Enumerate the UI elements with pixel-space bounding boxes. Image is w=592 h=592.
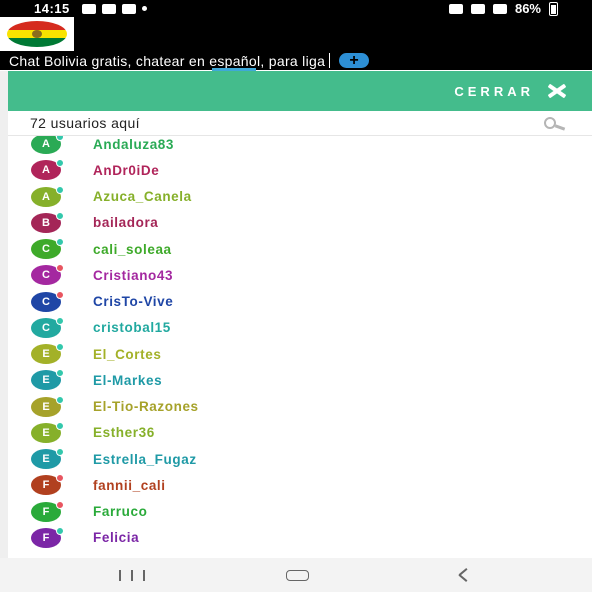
mute-icon — [448, 3, 463, 14]
room-title-ticker[interactable]: Chat Bolivia gratis, chatear en español,… — [0, 51, 592, 70]
user-name: El-Tio-Razones — [93, 399, 199, 414]
status-dot-icon — [56, 343, 64, 351]
user-name: Farruco — [93, 504, 148, 519]
close-button[interactable]: CERRAR — [454, 83, 568, 99]
user-row[interactable]: Ffannii_cali — [8, 472, 592, 498]
status-dot-icon — [56, 264, 64, 273]
status-dot-icon — [56, 238, 64, 246]
battery-icon — [549, 1, 558, 16]
user-list[interactable]: A Andaluza83 A AnDr0iDe A Azuca_Canela Bbailad… — [8, 136, 592, 558]
status-time: 14:15 — [34, 1, 70, 16]
user-name: CrisTo-Vive — [93, 294, 174, 309]
whatsapp-icon — [121, 3, 136, 14]
user-name: Felicia — [93, 530, 140, 546]
status-dot-icon — [56, 211, 64, 220]
user-name: El_Cortes — [93, 346, 162, 362]
status-dot-icon — [56, 474, 64, 483]
user-row[interactable]: Ccristobal15 — [8, 315, 592, 341]
bolivia-flag-icon — [7, 21, 67, 47]
close-icon — [546, 83, 568, 99]
user-name: cali_soleaa — [93, 241, 172, 257]
user-name: Cristiano43 — [93, 267, 174, 283]
user-name: Estrella_Fugaz — [93, 451, 197, 467]
signal-icon — [492, 3, 507, 14]
wifi-icon — [470, 3, 485, 14]
user-row[interactable]: E Estrella_Fugaz — [8, 446, 592, 472]
back-icon[interactable] — [456, 567, 470, 583]
status-dot-icon — [56, 421, 64, 430]
user-name: fannii_cali — [93, 477, 166, 493]
add-button[interactable]: + — [339, 52, 370, 69]
user-row[interactable]: C Cristiano43 — [8, 262, 592, 288]
user-count: 72 usuarios aquí — [30, 115, 140, 131]
home-icon[interactable] — [286, 570, 309, 581]
user-row[interactable]: E El_Cortes — [8, 341, 592, 367]
user-name: cristobal15 — [93, 320, 171, 336]
status-dot-icon — [56, 448, 64, 456]
user-row[interactable]: C CrisTo-Vive — [8, 289, 592, 315]
dot-icon — [141, 6, 147, 11]
recents-icon[interactable] — [119, 570, 145, 581]
user-name: AnDr0iDe — [93, 162, 160, 178]
status-dot-icon — [56, 316, 64, 325]
status-dot-icon — [56, 185, 64, 194]
user-row[interactable]: Ccali_soleaa — [8, 236, 592, 262]
photo-icon — [81, 3, 96, 14]
user-row[interactable]: Bbailadora — [8, 210, 592, 236]
user-name: Azuca_Canela — [93, 189, 192, 204]
user-name: bailadora — [93, 215, 159, 231]
status-dot-icon — [56, 136, 64, 141]
status-bar: 14:15 86% — [0, 0, 592, 17]
user-row[interactable]: E El-Markes — [8, 367, 592, 393]
search-icon[interactable] — [544, 117, 568, 131]
user-row[interactable]: A Andaluza83 — [8, 136, 592, 157]
user-name: Andaluza83 — [93, 136, 175, 152]
battery-percent: 86% — [514, 1, 541, 16]
status-dot-icon — [56, 290, 64, 299]
notification-icons — [81, 3, 147, 14]
status-dot-icon — [56, 395, 64, 404]
status-dot-icon — [56, 526, 64, 535]
user-row[interactable]: E Esther36 — [8, 420, 592, 446]
user-name: El-Markes — [93, 372, 163, 388]
user-row[interactable]: A AnDr0iDe — [8, 157, 592, 183]
app-bar — [0, 17, 592, 51]
users-panel-header: CERRAR — [8, 71, 592, 111]
youtube-icon — [101, 3, 116, 14]
system-icons: 86% — [448, 1, 558, 16]
user-row[interactable]: A Azuca_Canela — [8, 184, 592, 210]
user-row[interactable]: E El-Tio-Razones — [8, 394, 592, 420]
user-row[interactable]: F Farruco — [8, 499, 592, 525]
logo[interactable] — [0, 17, 74, 51]
user-count-bar: 72 usuarios aquí — [8, 111, 592, 136]
system-nav-bar — [0, 558, 592, 592]
room-title: Chat Bolivia gratis, chatear en español,… — [9, 52, 326, 69]
background-edge — [0, 71, 8, 558]
status-dot-icon — [56, 369, 64, 378]
caret-divider — [329, 53, 331, 68]
status-dot-icon — [56, 500, 64, 509]
status-dot-icon — [56, 159, 64, 168]
user-row[interactable]: F Felicia — [8, 525, 592, 551]
close-label: CERRAR — [454, 83, 534, 99]
user-name: Esther36 — [93, 425, 155, 441]
